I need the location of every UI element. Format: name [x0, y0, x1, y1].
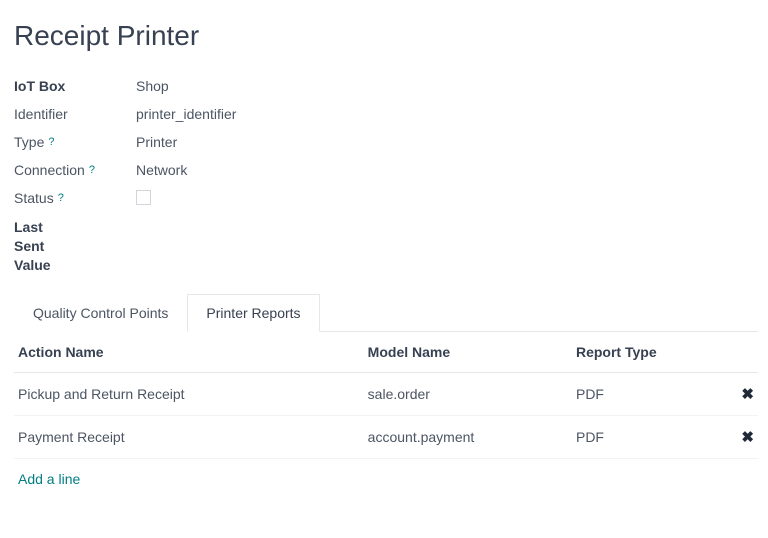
- page-title: Receipt Printer: [14, 20, 758, 52]
- field-last-sent-value-label: Last Sent Value: [14, 218, 758, 275]
- field-iot-box-value[interactable]: Shop: [136, 78, 169, 94]
- field-status-label: Status ?: [14, 190, 136, 206]
- help-icon[interactable]: ?: [48, 137, 54, 148]
- col-header-model: Model Name: [364, 332, 572, 373]
- field-type-value[interactable]: Printer: [136, 134, 177, 150]
- table-row[interactable]: Payment Receipt account.payment PDF ✖: [14, 415, 758, 458]
- col-header-delete: [721, 332, 758, 373]
- field-connection-value[interactable]: Network: [136, 162, 187, 178]
- field-status-label-text: Status: [14, 190, 54, 206]
- field-status-value: [136, 190, 151, 208]
- field-type-label-text: Type: [14, 134, 44, 150]
- reports-table: Action Name Model Name Report Type Picku…: [14, 332, 758, 459]
- tab-quality-control-points[interactable]: Quality Control Points: [14, 294, 187, 332]
- field-type: Type ? Printer: [14, 128, 758, 156]
- add-line-button[interactable]: Add a line: [14, 459, 758, 491]
- help-icon[interactable]: ?: [89, 165, 95, 176]
- help-icon[interactable]: ?: [58, 193, 64, 204]
- field-connection: Connection ? Network: [14, 156, 758, 184]
- col-header-action: Action Name: [14, 332, 364, 373]
- cell-report-type[interactable]: PDF: [572, 372, 721, 415]
- status-checkbox[interactable]: [136, 190, 151, 205]
- field-type-label: Type ?: [14, 134, 136, 150]
- field-identifier-value[interactable]: printer_identifier: [136, 106, 236, 122]
- field-iot-box: IoT Box Shop: [14, 72, 758, 100]
- field-connection-label-text: Connection: [14, 162, 85, 178]
- cell-report-type[interactable]: PDF: [572, 415, 721, 458]
- delete-row-icon[interactable]: ✖: [741, 386, 754, 403]
- delete-row-icon[interactable]: ✖: [741, 429, 754, 446]
- field-connection-label: Connection ?: [14, 162, 136, 178]
- col-header-report-type: Report Type: [572, 332, 721, 373]
- cell-action[interactable]: Payment Receipt: [14, 415, 364, 458]
- tab-printer-reports[interactable]: Printer Reports: [187, 294, 319, 332]
- field-iot-box-label: IoT Box: [14, 78, 136, 94]
- cell-model[interactable]: sale.order: [364, 372, 572, 415]
- table-row[interactable]: Pickup and Return Receipt sale.order PDF…: [14, 372, 758, 415]
- field-status: Status ?: [14, 184, 758, 214]
- tabs: Quality Control Points Printer Reports: [14, 293, 758, 332]
- cell-model[interactable]: account.payment: [364, 415, 572, 458]
- field-identifier-label: Identifier: [14, 106, 136, 122]
- field-identifier: Identifier printer_identifier: [14, 100, 758, 128]
- cell-action[interactable]: Pickup and Return Receipt: [14, 372, 364, 415]
- device-fields: IoT Box Shop Identifier printer_identifi…: [14, 72, 758, 275]
